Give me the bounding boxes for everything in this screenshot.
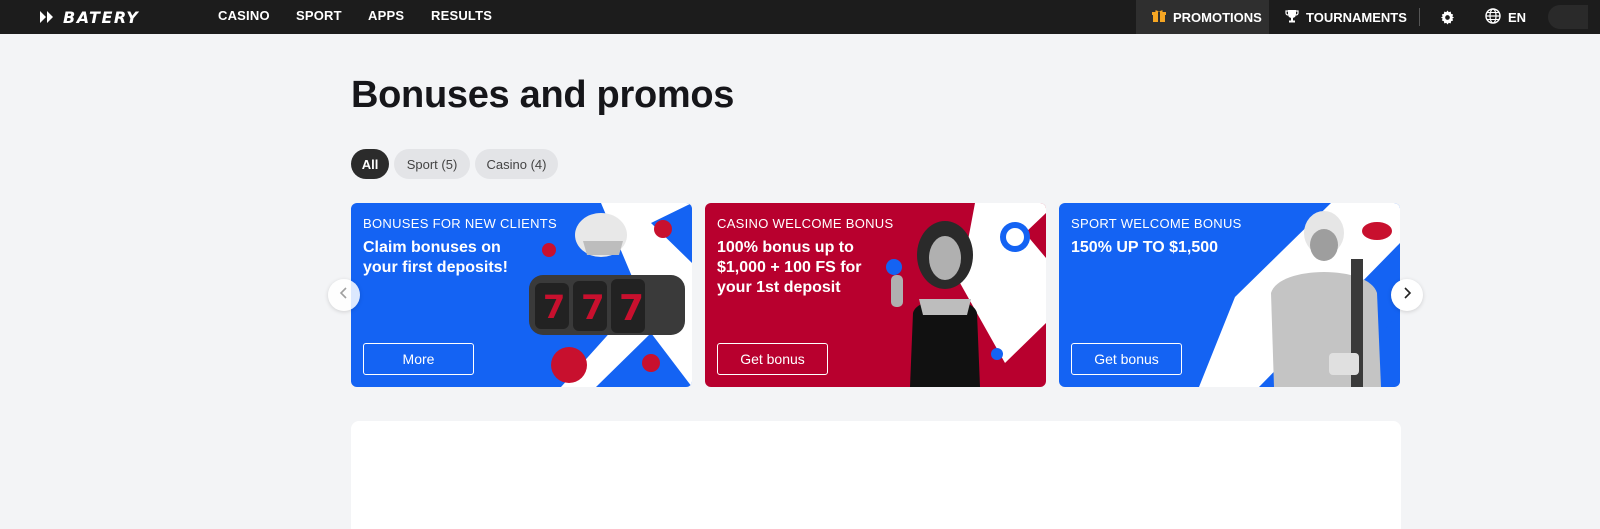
hockey-puck-illustration (1362, 222, 1392, 240)
nav-tournaments[interactable]: TOURNAMENTS (1285, 0, 1407, 34)
nav-casino[interactable]: CASINO (218, 0, 270, 34)
casino-chip-tiny (991, 348, 1003, 360)
promo-card-sport-welcome[interactable]: SPORT WELCOME BONUS 150% UP TO $1,500 Ge… (1059, 203, 1400, 387)
filter-casino[interactable]: Casino (4) (475, 149, 558, 179)
svg-text:7: 7 (581, 288, 605, 328)
globe-icon (1485, 7, 1501, 27)
gift-icon (1152, 9, 1166, 26)
chevron-right-icon (1402, 286, 1412, 305)
svg-text:7: 7 (543, 288, 565, 326)
filter-sport[interactable]: Sport (5) (394, 149, 470, 179)
card-eyebrow: SPORT WELCOME BONUS (1071, 216, 1242, 231)
more-button[interactable]: More (363, 343, 474, 375)
chip-illustration-small (542, 243, 556, 257)
nav-promotions[interactable]: PROMOTIONS (1136, 0, 1269, 34)
filter-all[interactable]: All (351, 149, 389, 179)
nav-results[interactable]: RESULTS (431, 0, 492, 34)
nav-account-button[interactable] (1548, 5, 1588, 29)
chevron-left-icon (339, 286, 349, 305)
get-bonus-button[interactable]: Get bonus (717, 343, 828, 375)
nav-tournaments-label: TOURNAMENTS (1306, 9, 1407, 25)
get-bonus-button[interactable]: Get bonus (1071, 343, 1182, 375)
carousel-prev-button[interactable] (328, 279, 360, 311)
soccer-ball-illustration (551, 347, 587, 383)
carousel-next-button[interactable] (1391, 279, 1423, 311)
nav-divider (1419, 8, 1420, 26)
chip-illustration (642, 354, 660, 372)
trophy-icon (1285, 9, 1299, 26)
logo-text: BATERY (63, 7, 140, 27)
batery-logo[interactable]: BATERY (40, 7, 139, 27)
nav-promotions-label: PROMOTIONS (1173, 9, 1262, 25)
card-title: 100% bonus up to $1,000 + 100 FS for you… (717, 239, 862, 296)
top-navigation: BATERY CASINO SPORT APPS RESULTS PROMOTI… (0, 0, 1600, 34)
gear-icon[interactable] (1438, 7, 1456, 27)
content-panel (351, 421, 1401, 529)
promo-card-casino-welcome[interactable]: CASINO WELCOME BONUS 100% bonus up to $1… (705, 203, 1046, 387)
logo-arrows-icon (40, 11, 60, 23)
card-title: Claim bonuses on your first deposits! (363, 239, 508, 276)
svg-text:7: 7 (619, 288, 644, 329)
promo-card-new-clients[interactable]: 7 7 7 BONUSES FOR NEW CLIENTS Claim bonu… (351, 203, 692, 387)
language-label: EN (1508, 9, 1527, 25)
nav-sport[interactable]: SPORT (296, 0, 342, 34)
nav-apps[interactable]: APPS (368, 0, 404, 34)
slot-reels-illustration: 7 7 7 (529, 275, 685, 335)
card-eyebrow: CASINO WELCOME BONUS (717, 216, 894, 231)
language-selector[interactable]: EN (1485, 0, 1526, 34)
card-eyebrow: BONUSES FOR NEW CLIENTS (363, 216, 557, 231)
page-title: Bonuses and promos (351, 74, 735, 116)
card-title: 150% UP TO $1,500 (1071, 239, 1219, 256)
